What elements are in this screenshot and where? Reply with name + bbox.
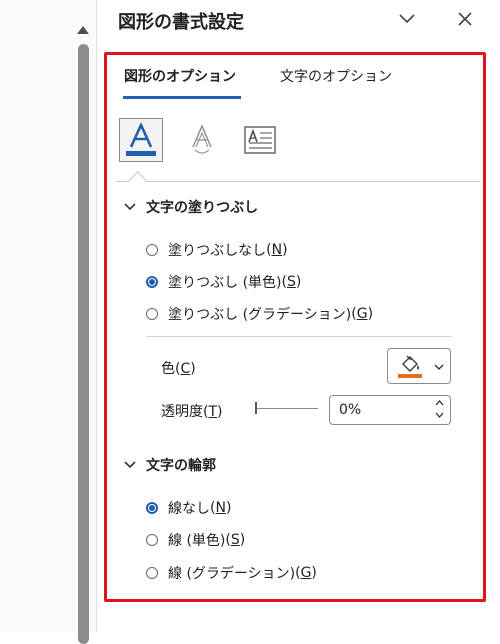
scroll-up-arrow-icon[interactable] <box>77 26 89 34</box>
radio-button[interactable] <box>146 502 158 514</box>
text-effects-icon <box>192 124 212 154</box>
radio-button[interactable] <box>146 244 158 256</box>
textbox-icon <box>244 126 276 154</box>
chevron-down-icon <box>124 461 136 469</box>
pane-divider <box>96 0 97 632</box>
tab-text-options[interactable]: 文字のオプション <box>280 66 392 86</box>
textbox-button[interactable] <box>238 118 282 162</box>
spin-down-icon[interactable] <box>435 412 444 418</box>
paint-bucket-icon <box>398 355 422 378</box>
options-divider <box>146 336 452 337</box>
current-color-swatch <box>398 374 422 378</box>
transparency-label: 透明度(T) <box>161 404 223 420</box>
close-pane-button[interactable] <box>452 6 478 32</box>
outline-option-gradient[interactable]: 線 (グラデーション)(G) <box>146 563 317 583</box>
chevron-down-icon <box>434 364 444 370</box>
text-outline-section-header[interactable]: 文字の輪郭 <box>124 455 216 475</box>
access-key: G <box>356 306 368 322</box>
transparency-value: 0% <box>339 402 362 418</box>
fill-color-button[interactable] <box>387 348 451 384</box>
section-separator <box>116 181 480 182</box>
vertical-scrollbar-thumb[interactable] <box>78 44 89 644</box>
option-label: 塗りつぶし (グラデーション) <box>168 307 352 323</box>
text-fill-outline-button[interactable] <box>119 118 163 162</box>
close-icon <box>458 12 472 26</box>
chevron-down-icon <box>124 203 136 211</box>
section-title: 文字の塗りつぶし <box>146 200 259 216</box>
section-title: 文字の輪郭 <box>146 458 216 474</box>
radio-button[interactable] <box>146 276 158 288</box>
access-key: S <box>230 532 240 548</box>
chevron-down-icon <box>399 14 415 24</box>
text-fill-outline-icon <box>126 123 156 156</box>
text-effects-button[interactable] <box>180 118 224 162</box>
text-fill-section-header[interactable]: 文字の塗りつぶし <box>124 197 258 217</box>
transparency-slider-track[interactable] <box>256 408 318 409</box>
spin-up-icon[interactable] <box>435 400 444 406</box>
pane-options-button[interactable] <box>394 6 420 32</box>
access-key: S <box>286 274 296 290</box>
option-label: 線 (単色) <box>168 533 226 549</box>
radio-button[interactable] <box>146 308 158 320</box>
access-key: N <box>215 500 226 516</box>
outline-option-solid[interactable]: 線 (単色)(S) <box>146 530 245 550</box>
pane-title: 図形の書式設定 <box>118 12 244 33</box>
access-key: G <box>300 565 312 581</box>
option-label: 塗りつぶし (単色) <box>168 275 282 291</box>
fill-option-solid[interactable]: 塗りつぶし (単色)(S) <box>146 272 301 292</box>
option-label: 線 (グラデーション) <box>168 566 296 582</box>
access-key: N <box>271 242 283 258</box>
radio-button[interactable] <box>146 567 158 579</box>
active-tab-indicator <box>123 96 241 99</box>
tab-shape-options[interactable]: 図形のオプション <box>124 66 236 86</box>
fill-option-none[interactable]: 塗りつぶしなし(N) <box>146 240 288 260</box>
transparency-slider-handle[interactable] <box>255 402 257 414</box>
outline-option-none[interactable]: 線なし(N) <box>146 498 231 518</box>
option-label: 塗りつぶしなし <box>168 243 267 259</box>
radio-button[interactable] <box>146 534 158 546</box>
transparency-input[interactable]: 0% <box>329 395 451 425</box>
option-label: 線なし <box>168 501 210 517</box>
color-label: 色(C) <box>161 361 196 377</box>
fill-option-gradient[interactable]: 塗りつぶし (グラデーション)(G) <box>146 304 373 324</box>
